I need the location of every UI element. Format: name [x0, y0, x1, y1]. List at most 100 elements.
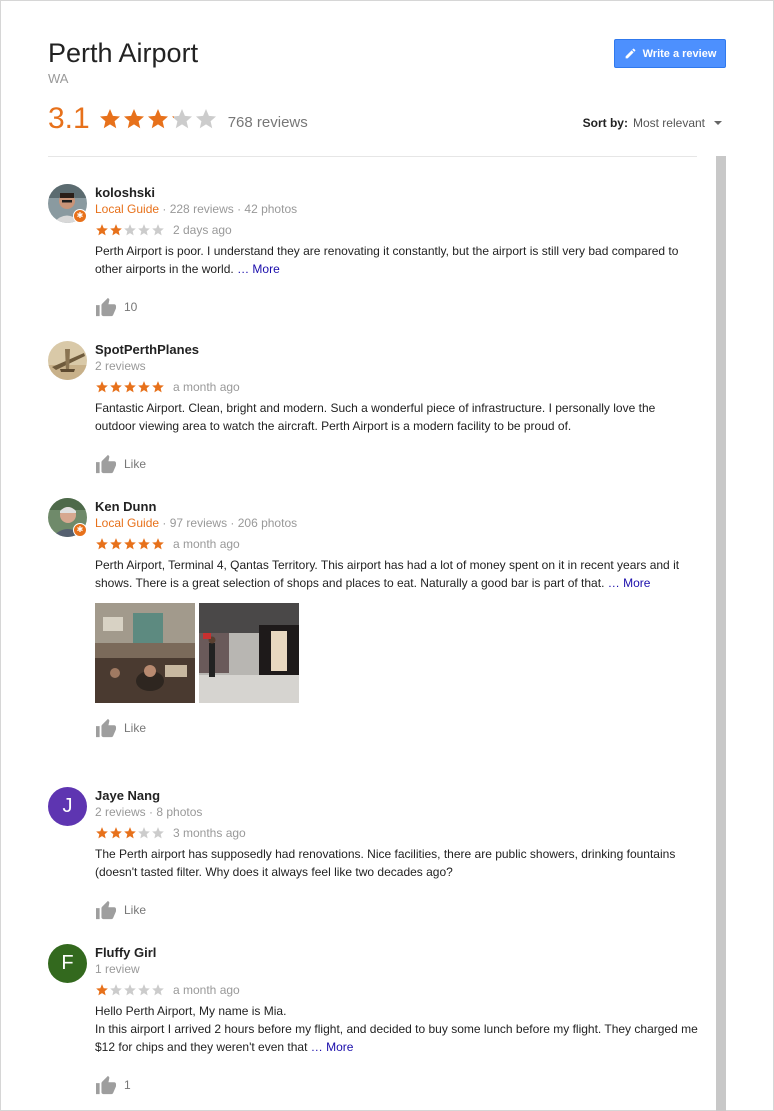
review-count[interactable]: 768 reviews — [228, 114, 308, 131]
local-guide-label: Local Guide — [95, 202, 160, 216]
review-body: In this airport I arrived 2 hours before… — [95, 1022, 698, 1054]
reviewer-name[interactable]: koloshski — [95, 184, 698, 201]
star-icon — [96, 827, 108, 839]
sort-dropdown[interactable]: Sort by: Most relevant — [583, 116, 722, 130]
reviewer-name[interactable]: SpotPerthPlanes — [95, 341, 698, 358]
like-count: 10 — [124, 300, 138, 314]
review-date: 2 days ago — [173, 223, 232, 237]
local-guide-label: Local Guide — [95, 516, 160, 530]
reviewer-meta: 2 reviews · 8 photos — [95, 804, 698, 821]
reviewer-stats: 2 reviews · 8 photos — [95, 805, 203, 819]
review-rating: 3 months ago — [95, 821, 698, 845]
more-link[interactable]: … More — [237, 262, 280, 276]
review-date: a month ago — [173, 380, 240, 394]
review-text: The Perth airport has supposedly had ren… — [95, 845, 698, 881]
star-icon — [138, 224, 150, 236]
star-icon — [171, 109, 192, 129]
reviewer-meta: 1 review — [95, 961, 698, 978]
review-photo-terminal-shops[interactable] — [199, 603, 299, 703]
review-date: a month ago — [173, 983, 240, 997]
rating-number: 3.1 — [48, 102, 90, 135]
review-photo-food-court[interactable] — [95, 603, 195, 703]
star-icon — [123, 109, 144, 129]
reviewer-stats: · 228 reviews · 42 photos — [159, 202, 298, 216]
sort-label: Sort by: — [582, 116, 628, 130]
more-link[interactable]: … More — [311, 1040, 354, 1054]
reviewer-name[interactable]: Fluffy Girl — [95, 944, 698, 961]
like-button[interactable]: Like — [95, 716, 698, 740]
header-divider — [48, 156, 697, 157]
reviewer-name[interactable]: Jaye Nang — [95, 787, 698, 804]
star-icon — [96, 984, 108, 996]
review-body-line1: Hello Perth Airport, My name is Mia. — [95, 1004, 287, 1018]
more-link[interactable]: … More — [608, 576, 651, 590]
reviewer-stats: · 97 reviews · 206 photos — [159, 516, 298, 530]
local-guide-badge-icon: ✱ — [73, 523, 87, 537]
star-icon — [96, 538, 108, 550]
thumbs-up-icon — [96, 297, 116, 317]
scrollbar[interactable] — [716, 156, 726, 1111]
star-icon — [138, 381, 150, 393]
like-count: 1 — [124, 1078, 131, 1092]
reviewer-meta: Local Guide · 228 reviews · 42 photos — [95, 201, 698, 218]
star-icon — [138, 827, 150, 839]
user-avatar-letter[interactable]: J — [48, 787, 87, 826]
place-title: Perth Airport — [48, 38, 199, 68]
user-avatar-letter[interactable]: F — [48, 944, 87, 983]
star-icon — [124, 827, 136, 839]
star-icon — [124, 224, 136, 236]
reviewer-stats: 2 reviews — [95, 359, 146, 373]
write-review-label: Write a review — [642, 47, 717, 60]
thumbs-up-icon — [96, 900, 116, 920]
overall-stars — [98, 107, 218, 131]
like-label: Like — [124, 721, 147, 735]
reviewer-meta: 2 reviews — [95, 358, 698, 375]
review-rating: a month ago — [95, 978, 698, 1002]
review-rating: a month ago — [95, 375, 698, 399]
star-icon — [110, 381, 122, 393]
pencil-icon — [625, 48, 635, 59]
like-label: Like — [124, 903, 147, 917]
thumbs-up-icon — [96, 718, 116, 738]
reviewer-name[interactable]: Ken Dunn — [95, 498, 698, 515]
thumbs-up-icon — [96, 454, 116, 474]
star-icon — [99, 109, 120, 129]
star-icon — [110, 538, 122, 550]
chevron-down-icon — [714, 121, 722, 125]
like-button[interactable]: Like — [95, 452, 698, 476]
review-photos — [95, 603, 698, 703]
overall-rating: 3.1 768 reviews — [48, 101, 308, 137]
star-icon — [152, 381, 164, 393]
review-stars — [95, 537, 165, 551]
review-text: Fantastic Airport. Clean, bright and mod… — [95, 399, 698, 435]
airplane-photo-icon[interactable] — [48, 341, 87, 380]
write-review-button[interactable]: Write a review — [614, 39, 726, 68]
review-stars — [95, 380, 165, 394]
review-rating: 2 days ago — [95, 218, 698, 242]
star-icon — [110, 827, 122, 839]
like-button[interactable]: Like — [95, 898, 698, 922]
star-icon — [138, 984, 150, 996]
star-icon — [138, 538, 150, 550]
star-icon — [152, 984, 164, 996]
review-rating: a month ago — [95, 532, 698, 556]
star-icon — [110, 224, 122, 236]
like-button[interactable]: 10 — [95, 295, 698, 319]
review-body: The Perth airport has supposedly had ren… — [95, 847, 676, 879]
star-icon — [96, 224, 108, 236]
place-subtitle: WA — [48, 71, 69, 86]
review-date: 3 months ago — [173, 826, 246, 840]
star-icon — [96, 381, 108, 393]
review-stars — [95, 826, 165, 840]
star-icon — [124, 381, 136, 393]
star-icon — [195, 109, 216, 129]
review-stars — [95, 983, 165, 997]
like-button[interactable]: 1 — [95, 1073, 698, 1097]
reviewer-stats: 1 review — [95, 962, 140, 976]
star-icon — [124, 984, 136, 996]
star-icon — [147, 109, 168, 129]
like-label: Like — [124, 457, 147, 471]
local-guide-badge-icon: ✱ — [73, 209, 87, 223]
review-text: Hello Perth Airport, My name is Mia. In t… — [95, 1002, 698, 1056]
review-body: Fantastic Airport. Clean, bright and mod… — [95, 401, 656, 433]
